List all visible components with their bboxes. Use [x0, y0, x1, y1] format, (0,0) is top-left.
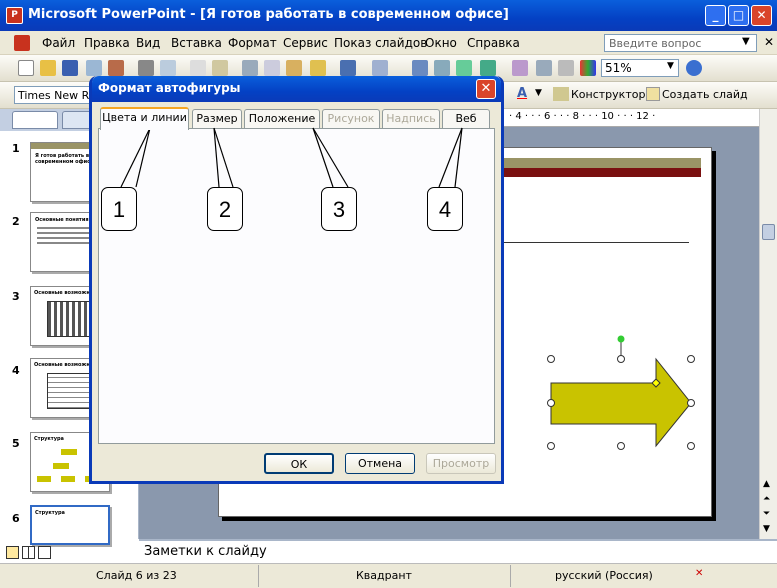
callout-pointers	[120, 127, 463, 188]
tab-colors-lines[interactable]: Цвета и линии	[100, 107, 189, 130]
callout-4: 4	[427, 187, 463, 231]
callout-2: 2	[207, 187, 243, 231]
callout-3: 3	[321, 187, 357, 231]
callout-1: 1	[101, 187, 137, 231]
